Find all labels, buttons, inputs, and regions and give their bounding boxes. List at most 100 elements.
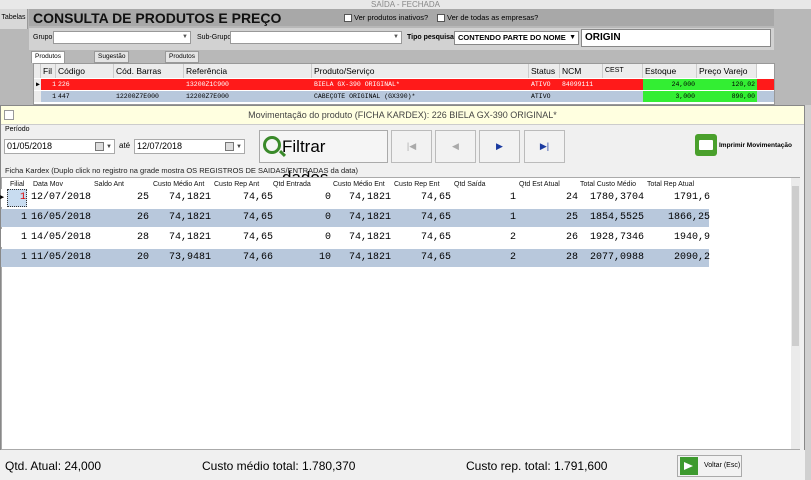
cell-preco: 120,02	[697, 79, 757, 90]
table-row[interactable]: 1 11/05/2018 20 73,9481 74,66 10 74,1821 74,65 2…	[1, 249, 710, 267]
window-edge	[805, 105, 811, 480]
cell-total-custo-medio: 1780,3704	[589, 192, 644, 203]
chevron-down-icon: ▼	[106, 144, 112, 150]
all-companies-checkbox[interactable]: Ver de todas as empresas?	[437, 13, 538, 23]
cell-custo-rep-ant: 74,65	[242, 232, 273, 243]
grupo-label: Grupo	[33, 34, 53, 41]
first-record-button[interactable]: |◀	[391, 130, 432, 163]
cell-data-mov: 12/07/2018	[31, 192, 92, 203]
subgrupo-select[interactable]: ▼	[230, 31, 402, 44]
subgrupo-label: Sub-Grupo	[197, 34, 232, 41]
checkbox-icon	[344, 14, 352, 23]
col-header-custo-medio-ant[interactable]: Custo Médio Ant	[153, 181, 204, 188]
cell-custo-medio-ent: 74,1821	[348, 212, 391, 223]
tab-tabelas[interactable]: Tabelas	[0, 9, 28, 29]
col-header-total-custo-medio[interactable]: Total Custo Médio	[580, 181, 636, 188]
col-header-saldo-ant[interactable]: Saldo Ant	[94, 181, 124, 188]
tipo-pesquisa-select[interactable]: CONTENDO PARTE DO NOME ▼	[454, 31, 579, 45]
inactive-products-checkbox[interactable]: Ver produtos inativos?	[344, 13, 429, 23]
tipo-pesquisa-value: CONTENDO PARTE DO NOME	[458, 33, 566, 42]
date-to-value: 12/07/2018	[137, 141, 183, 151]
custo-rep-total: Custo rep. total: 1.791,600	[466, 459, 608, 473]
last-record-button[interactable]: ▶|	[524, 130, 565, 163]
tab-sugestao-vendas[interactable]: Sugestão para vendas	[94, 51, 130, 80]
qtd-atual: Qtd. Atual: 24,000	[5, 459, 102, 473]
scrollbar-thumb[interactable]	[792, 186, 799, 346]
prev-record-button[interactable]: ◀	[435, 130, 476, 163]
col-header-custo-medio-ent[interactable]: Custo Médio Ent	[333, 181, 385, 188]
col-header-preco[interactable]: Preço Varejo	[697, 64, 757, 78]
cell-barras	[114, 79, 184, 90]
printer-icon[interactable]	[695, 134, 717, 156]
cell-filial: 1	[20, 252, 27, 263]
col-header-qtd-est-atual[interactable]: Qtd Est Atual	[519, 181, 560, 188]
tab-produtos-servicos[interactable]: Produtos e serviços	[31, 51, 66, 80]
calendar-icon[interactable]	[225, 142, 234, 151]
cell-cest	[603, 79, 643, 90]
voltar-label: Voltar (Esc)	[704, 462, 741, 469]
cell-custo-medio-ant: 74,1821	[168, 212, 211, 223]
col-header-fil[interactable]: Fil	[41, 64, 56, 78]
cell-qtd-saida: 2	[509, 232, 516, 243]
inactive-products-label: Ver produtos inativos?	[354, 13, 429, 22]
page-title: CONSULTA DE PRODUTOS E PREÇO	[33, 10, 282, 26]
cell-custo-medio-ent: 74,1821	[348, 192, 391, 203]
cell-qtd-est-atual: 28	[565, 252, 578, 263]
row-indicator-header	[34, 64, 41, 78]
col-header-ncm[interactable]: NCM	[560, 64, 603, 78]
col-header-custo-rep-ant[interactable]: Custo Rep Ant	[214, 181, 259, 188]
cell-custo-rep-ent: 74,65	[420, 252, 451, 263]
imprimir-button[interactable]: Imprimir Movimentação	[719, 142, 792, 149]
cell-codigo: 226	[58, 81, 70, 88]
col-header-barras[interactable]: Cód. Barras	[114, 64, 184, 78]
cell-referencia: 12200Z7E000	[186, 93, 229, 100]
cell-total-custo-medio: 1928,7346	[589, 232, 644, 243]
cell-ncm: 84099111	[562, 81, 594, 88]
chevron-down-icon: ▼	[236, 144, 242, 150]
cell-qtd-saida: 1	[509, 212, 516, 223]
col-header-status[interactable]: Status	[529, 64, 560, 78]
ate-label: até	[119, 141, 131, 150]
cell-qtd-saida: 2	[509, 252, 516, 263]
col-header-total-rep-atual[interactable]: Total Rep Atual	[647, 181, 694, 188]
dialog-title: Movimentação do produto (FICHA KARDEX): …	[1, 106, 804, 125]
cell-qtd-saida: 1	[509, 192, 516, 203]
cell-referencia: 13200Z1C900	[186, 81, 229, 88]
periodo-label: Período	[5, 126, 30, 133]
next-record-button[interactable]: ▶	[479, 130, 520, 163]
date-from-input[interactable]: 01/05/2018 ▼	[4, 139, 115, 154]
cell-qtd-entrada: 10	[318, 252, 331, 263]
table-row[interactable]: ▶ 1 12/07/2018 25 74,1821 74,65 0 74,1821 74,65 1…	[0, 189, 710, 207]
col-header-custo-rep-ent[interactable]: Custo Rep Ent	[394, 181, 440, 188]
col-header-estoque[interactable]: Estoque	[643, 64, 697, 78]
cell-total-rep-atual: 2090,2	[673, 252, 710, 263]
col-header-referencia[interactable]: Referência	[184, 64, 312, 78]
grupo-select[interactable]: ▼	[53, 31, 191, 44]
col-header-filial[interactable]: Filial	[10, 181, 24, 188]
col-header-data-mov[interactable]: Data Mov	[33, 181, 63, 188]
cell-custo-medio-ant: 74,1821	[168, 232, 211, 243]
col-header-produto[interactable]: Produto/Serviço	[312, 64, 529, 78]
date-to-input[interactable]: 12/07/2018 ▼	[134, 139, 245, 154]
col-header-qtd-entrada[interactable]: Qtd Entrada	[273, 181, 311, 188]
search-input[interactable]: ORIGIN	[581, 29, 771, 47]
cell-produto: BIELA GX-390 ORIGINAL*	[314, 81, 400, 88]
col-header-cest[interactable]: CEST	[603, 64, 643, 78]
calendar-icon[interactable]	[95, 142, 104, 151]
table-row[interactable]: ▶ 1 226 13200Z1C900 BIELA GX-390 ORIGINA…	[34, 79, 774, 90]
col-header-qtd-saida[interactable]: Qtd Saída	[454, 181, 486, 188]
cell-cest	[603, 91, 643, 102]
cell-preco: 890,00	[697, 91, 757, 102]
cell-total-custo-medio: 2077,0988	[589, 252, 644, 263]
cell-data-mov: 16/05/2018	[31, 212, 92, 223]
cell-qtd-est-atual: 25	[565, 212, 578, 223]
cell-codigo: 447	[58, 93, 70, 100]
table-row[interactable]: 1 447 12200Z7E000 12200Z7E000 CABEÇOTE O…	[34, 91, 774, 102]
chevron-down-icon: ▼	[393, 34, 399, 40]
cell-qtd-entrada: 0	[324, 232, 331, 243]
col-header-codigo[interactable]: Código	[56, 64, 114, 78]
products-grid[interactable]: Fil Código Cód. Barras Referência Produt…	[33, 63, 775, 105]
table-row[interactable]: 1 14/05/2018 28 74,1821 74,65 0 74,1821 74,65 2 2…	[1, 229, 710, 247]
tab-produtos-similares[interactable]: Produtos similares	[165, 51, 200, 70]
table-row[interactable]: 1 16/05/2018 26 74,1821 74,65 0 74,1821 74,65 1 2…	[1, 209, 710, 227]
